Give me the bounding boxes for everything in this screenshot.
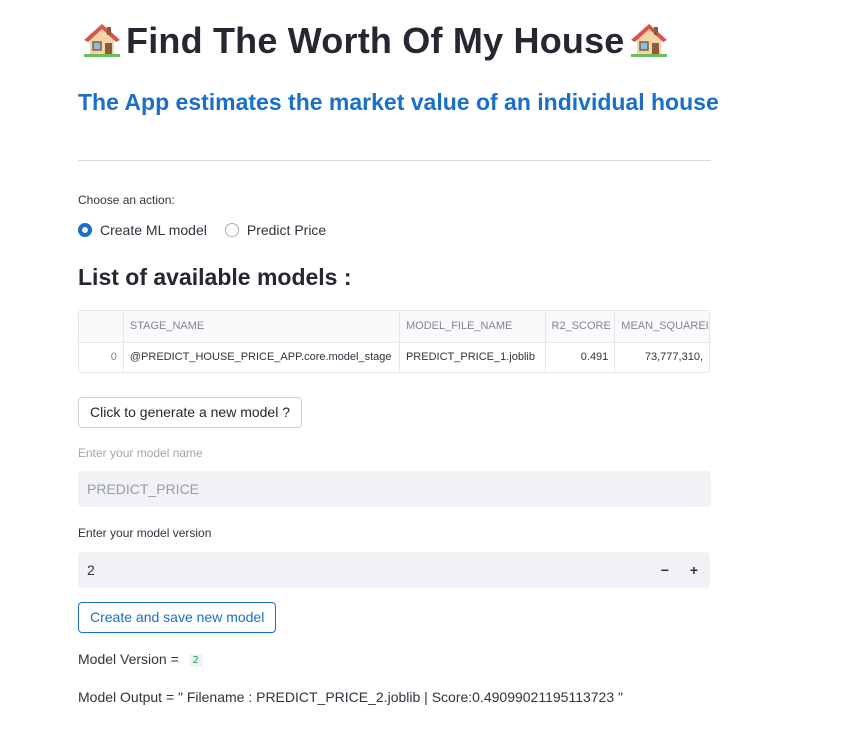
model-version-badge: 2 <box>188 654 203 667</box>
model-version-stepper[interactable]: 2 − + <box>78 552 710 588</box>
create-save-model-button[interactable]: Create and save new model <box>78 602 277 633</box>
increment-button[interactable]: + <box>681 552 707 588</box>
radio-create-ml-model[interactable]: Create ML model <box>78 222 207 238</box>
table-cell[interactable]: 73,777,310, <box>615 342 709 372</box>
table-cell[interactable]: @PREDICT_HOUSE_PRICE_APP.core.model_stag… <box>124 342 400 372</box>
table-row: 0 @PREDICT_HOUSE_PRICE_APP.core.model_st… <box>79 342 709 372</box>
table-header-cell[interactable]: MODEL_FILE_NAME <box>400 311 546 342</box>
generate-model-button[interactable]: Click to generate a new model ? <box>78 397 302 428</box>
house-icon <box>84 23 120 66</box>
radio-label: Create ML model <box>100 222 207 238</box>
table-header-cell[interactable]: STAGE_NAME <box>124 311 400 342</box>
radio-predict-price[interactable]: Predict Price <box>224 222 327 238</box>
radio-label: Predict Price <box>246 222 327 238</box>
table-cell[interactable]: PREDICT_PRICE_1.joblib <box>400 342 546 372</box>
page-subtitle: The App estimates the market value of an… <box>78 89 719 115</box>
models-heading: List of available models : <box>78 264 352 290</box>
table-cell[interactable]: 0.491 <box>546 342 616 372</box>
model-name-input[interactable]: PREDICT_PRICE <box>78 471 711 507</box>
table-header-cell[interactable] <box>79 311 124 342</box>
model-version-label: Enter your model version <box>78 526 212 540</box>
radio-unselected-icon <box>224 223 239 237</box>
radio-selected-icon <box>78 223 92 237</box>
table-header-cell[interactable]: MEAN_SQUAREI <box>615 311 709 342</box>
divider <box>78 160 711 161</box>
action-radio-group: Create ML model Predict Price <box>78 222 344 238</box>
models-table[interactable]: STAGE_NAME MODEL_FILE_NAME R2_SCORE MEAN… <box>78 310 710 373</box>
house-icon <box>630 23 667 66</box>
page-title-text: Find The Worth Of My House <box>126 20 625 61</box>
page-title: Find The Worth Of My House <box>78 20 673 66</box>
model-name-label: Enter your model name <box>78 446 203 460</box>
table-header-row: STAGE_NAME MODEL_FILE_NAME R2_SCORE MEAN… <box>79 311 709 343</box>
model-version-output: Model Version = 2 <box>78 651 203 667</box>
action-label: Choose an action: <box>78 193 175 207</box>
table-header-cell[interactable]: R2_SCORE <box>546 311 616 342</box>
model-version-output-label: Model Version = <box>78 651 183 667</box>
model-version-value[interactable]: 2 <box>87 552 95 588</box>
decrement-button[interactable]: − <box>652 552 678 588</box>
table-index-cell: 0 <box>79 342 124 372</box>
model-output-text: Model Output = " Filename : PREDICT_PRIC… <box>78 689 623 705</box>
